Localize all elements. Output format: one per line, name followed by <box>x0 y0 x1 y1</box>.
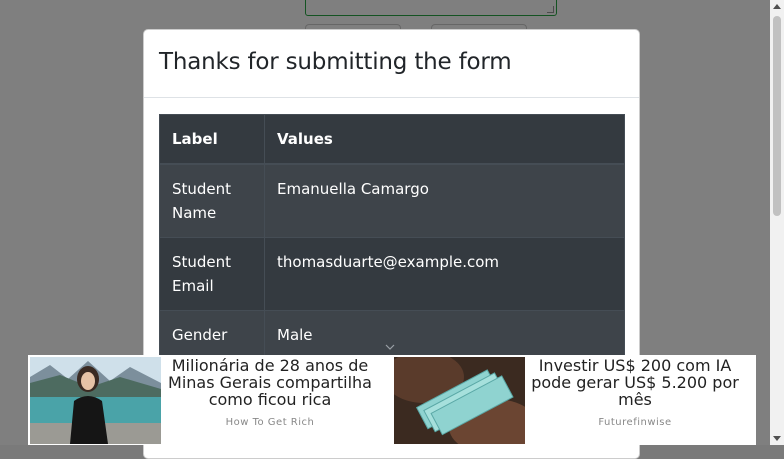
ad-source[interactable]: Futurefinwise <box>528 417 742 428</box>
table-row: Student Name Emanuella Camargo <box>159 163 625 238</box>
table-header-row: Label Values <box>159 114 625 165</box>
scroll-down-icon[interactable] <box>773 436 781 441</box>
row-value: thomasduarte@example.com <box>264 237 625 311</box>
scroll-up-icon[interactable] <box>773 4 781 9</box>
ad-text[interactable]: Milionária de 28 anos de Minas Gerais co… <box>164 357 376 428</box>
modal-header: Thanks for submitting the form <box>144 30 639 98</box>
row-value: Male <box>264 310 625 360</box>
row-label: Student Name <box>159 163 265 238</box>
ad-text[interactable]: Investir US$ 200 com IA pode gerar US$ 5… <box>528 357 742 428</box>
ad-source[interactable]: How To Get Rich <box>164 417 376 428</box>
modal-body: Label Values Student Name Emanuella Cama… <box>144 98 639 376</box>
table-row: Gender Male <box>159 310 625 360</box>
row-label: Gender <box>159 310 265 360</box>
scroll-thumb[interactable] <box>773 16 781 216</box>
submission-table: Label Values Student Name Emanuella Cama… <box>159 114 625 360</box>
chevron-down-icon[interactable] <box>385 342 395 352</box>
ad-image-woman-lake[interactable] <box>30 357 161 444</box>
ad-headline[interactable]: Investir US$ 200 com IA pode gerar US$ 5… <box>528 357 742 408</box>
ad-headline[interactable]: Milionária de 28 anos de Minas Gerais co… <box>164 357 376 408</box>
modal-title: Thanks for submitting the form <box>159 49 512 75</box>
row-label: Student Email <box>159 237 265 311</box>
ad-item[interactable]: Investir US$ 200 com IA pode gerar US$ 5… <box>394 355 756 445</box>
ad-item[interactable]: Milionária de 28 anos de Minas Gerais co… <box>28 355 390 445</box>
ad-image-money-hands[interactable] <box>394 357 525 444</box>
row-value: Emanuella Camargo <box>264 163 625 238</box>
column-header-label: Label <box>159 114 265 165</box>
table-row: Student Email thomasduarte@example.com <box>159 237 625 311</box>
page-scrollbar[interactable] <box>770 0 784 445</box>
column-header-values: Values <box>264 114 625 165</box>
ad-banner: Milionária de 28 anos de Minas Gerais co… <box>28 355 756 445</box>
